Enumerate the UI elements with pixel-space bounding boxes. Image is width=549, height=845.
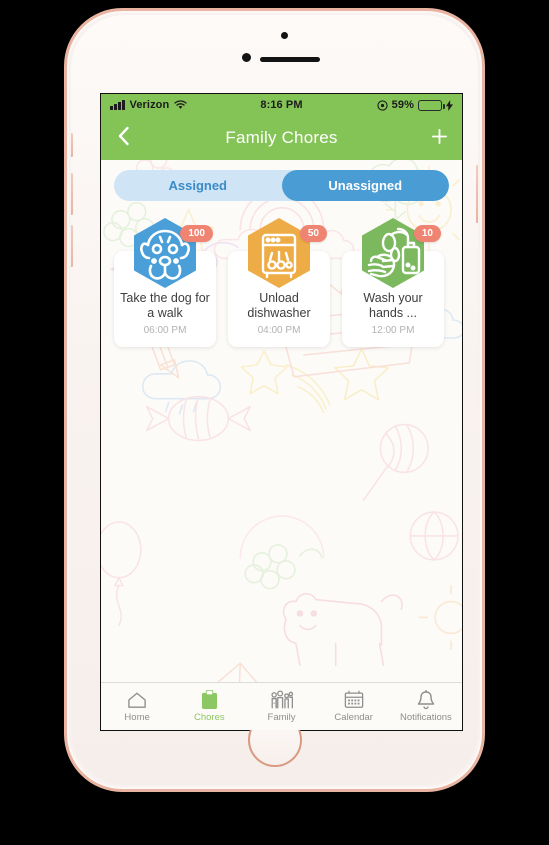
tab-family[interactable]: Family — [245, 683, 317, 730]
mute-switch[interactable] — [71, 133, 73, 157]
phone-screen: Verizon 8:16 PM 59% Family Chores Assign… — [100, 93, 463, 731]
carrier-name: Verizon — [129, 99, 170, 111]
tab-home[interactable]: Home — [101, 683, 173, 730]
screenshot-stage: Verizon 8:16 PM 59% Family Chores Assign… — [0, 0, 549, 845]
tab-unassigned[interactable]: Unassigned — [281, 170, 449, 201]
back-button[interactable] — [112, 126, 134, 151]
phone-frame: Verizon 8:16 PM 59% Family Chores Assign… — [64, 8, 485, 792]
status-bar: Verizon 8:16 PM 59% — [101, 94, 462, 116]
chore-points-badge: 100 — [180, 225, 213, 242]
chore-card[interactable]: 100 Take the dog for a walk 06:00 PM — [114, 217, 216, 347]
tab-notifications[interactable]: Notifications — [390, 683, 462, 730]
chore-time: 12:00 PM — [371, 325, 415, 336]
add-chore-button[interactable] — [427, 126, 451, 150]
chore-card[interactable]: 50 Unload dishwasher 04:00 PM — [228, 217, 330, 347]
app-header: Family Chores — [101, 116, 462, 160]
chore-title: Take the dog for a walk — [120, 291, 210, 320]
clipboard-icon — [201, 689, 218, 709]
proximity-sensor-icon — [280, 32, 288, 39]
tab-chores[interactable]: Chores — [173, 683, 245, 730]
house-icon — [127, 690, 147, 709]
tab-assigned[interactable]: Assigned — [114, 170, 282, 201]
chore-filter-tabs: Assigned Unassigned — [101, 160, 462, 201]
chore-list: 100 Take the dog for a walk 06:00 PM 50 … — [101, 201, 462, 347]
wifi-icon — [174, 100, 187, 110]
segmented-control: Assigned Unassigned — [114, 170, 449, 201]
people-group-icon — [270, 690, 294, 709]
plus-icon — [430, 126, 449, 151]
page-title: Family Chores — [225, 128, 338, 147]
status-bar-time: 8:16 PM — [260, 99, 303, 111]
earpiece-speaker — [259, 57, 320, 62]
tab-label: Chores — [193, 712, 225, 723]
chore-icon-hex: 100 — [129, 217, 213, 289]
chore-icon-hex: 50 — [243, 217, 327, 289]
tab-label: Notifications — [400, 712, 452, 723]
calendar-icon — [344, 690, 364, 709]
chore-points-badge: 10 — [413, 225, 441, 242]
phone-body: Verizon 8:16 PM 59% Family Chores Assign… — [71, 15, 478, 785]
volume-up-button[interactable] — [71, 173, 73, 215]
chore-title: Unload dishwasher — [247, 291, 311, 320]
chore-icon-hex: 10 — [357, 217, 441, 289]
volume-down-button[interactable] — [71, 225, 73, 267]
battery-icon — [418, 99, 445, 111]
chores-content-area: Assigned Unassigned 100 Take the dog for… — [101, 160, 462, 682]
tab-label: Calendar — [334, 712, 373, 723]
tab-label: Home — [124, 712, 150, 723]
chore-time: 04:00 PM — [257, 325, 301, 336]
bottom-tab-bar: Home Chores Family Calendar Notification… — [101, 682, 462, 730]
chevron-left-icon — [117, 126, 130, 151]
charging-bolt-icon — [446, 99, 453, 111]
chore-card[interactable]: 10 Wash your hands ... 12:00 PM — [342, 217, 444, 347]
signal-bars-icon — [110, 100, 125, 110]
chore-time: 06:00 PM — [143, 325, 187, 336]
front-camera-icon — [241, 53, 251, 62]
chore-title: Wash your hands ... — [363, 291, 423, 320]
location-services-icon — [377, 99, 388, 111]
tab-label: Family — [267, 712, 296, 723]
chore-points-badge: 50 — [299, 225, 327, 242]
battery-percent-label: 59% — [391, 99, 414, 111]
power-button[interactable] — [476, 165, 478, 223]
bell-icon — [417, 689, 435, 709]
tab-calendar[interactable]: Calendar — [318, 683, 390, 730]
